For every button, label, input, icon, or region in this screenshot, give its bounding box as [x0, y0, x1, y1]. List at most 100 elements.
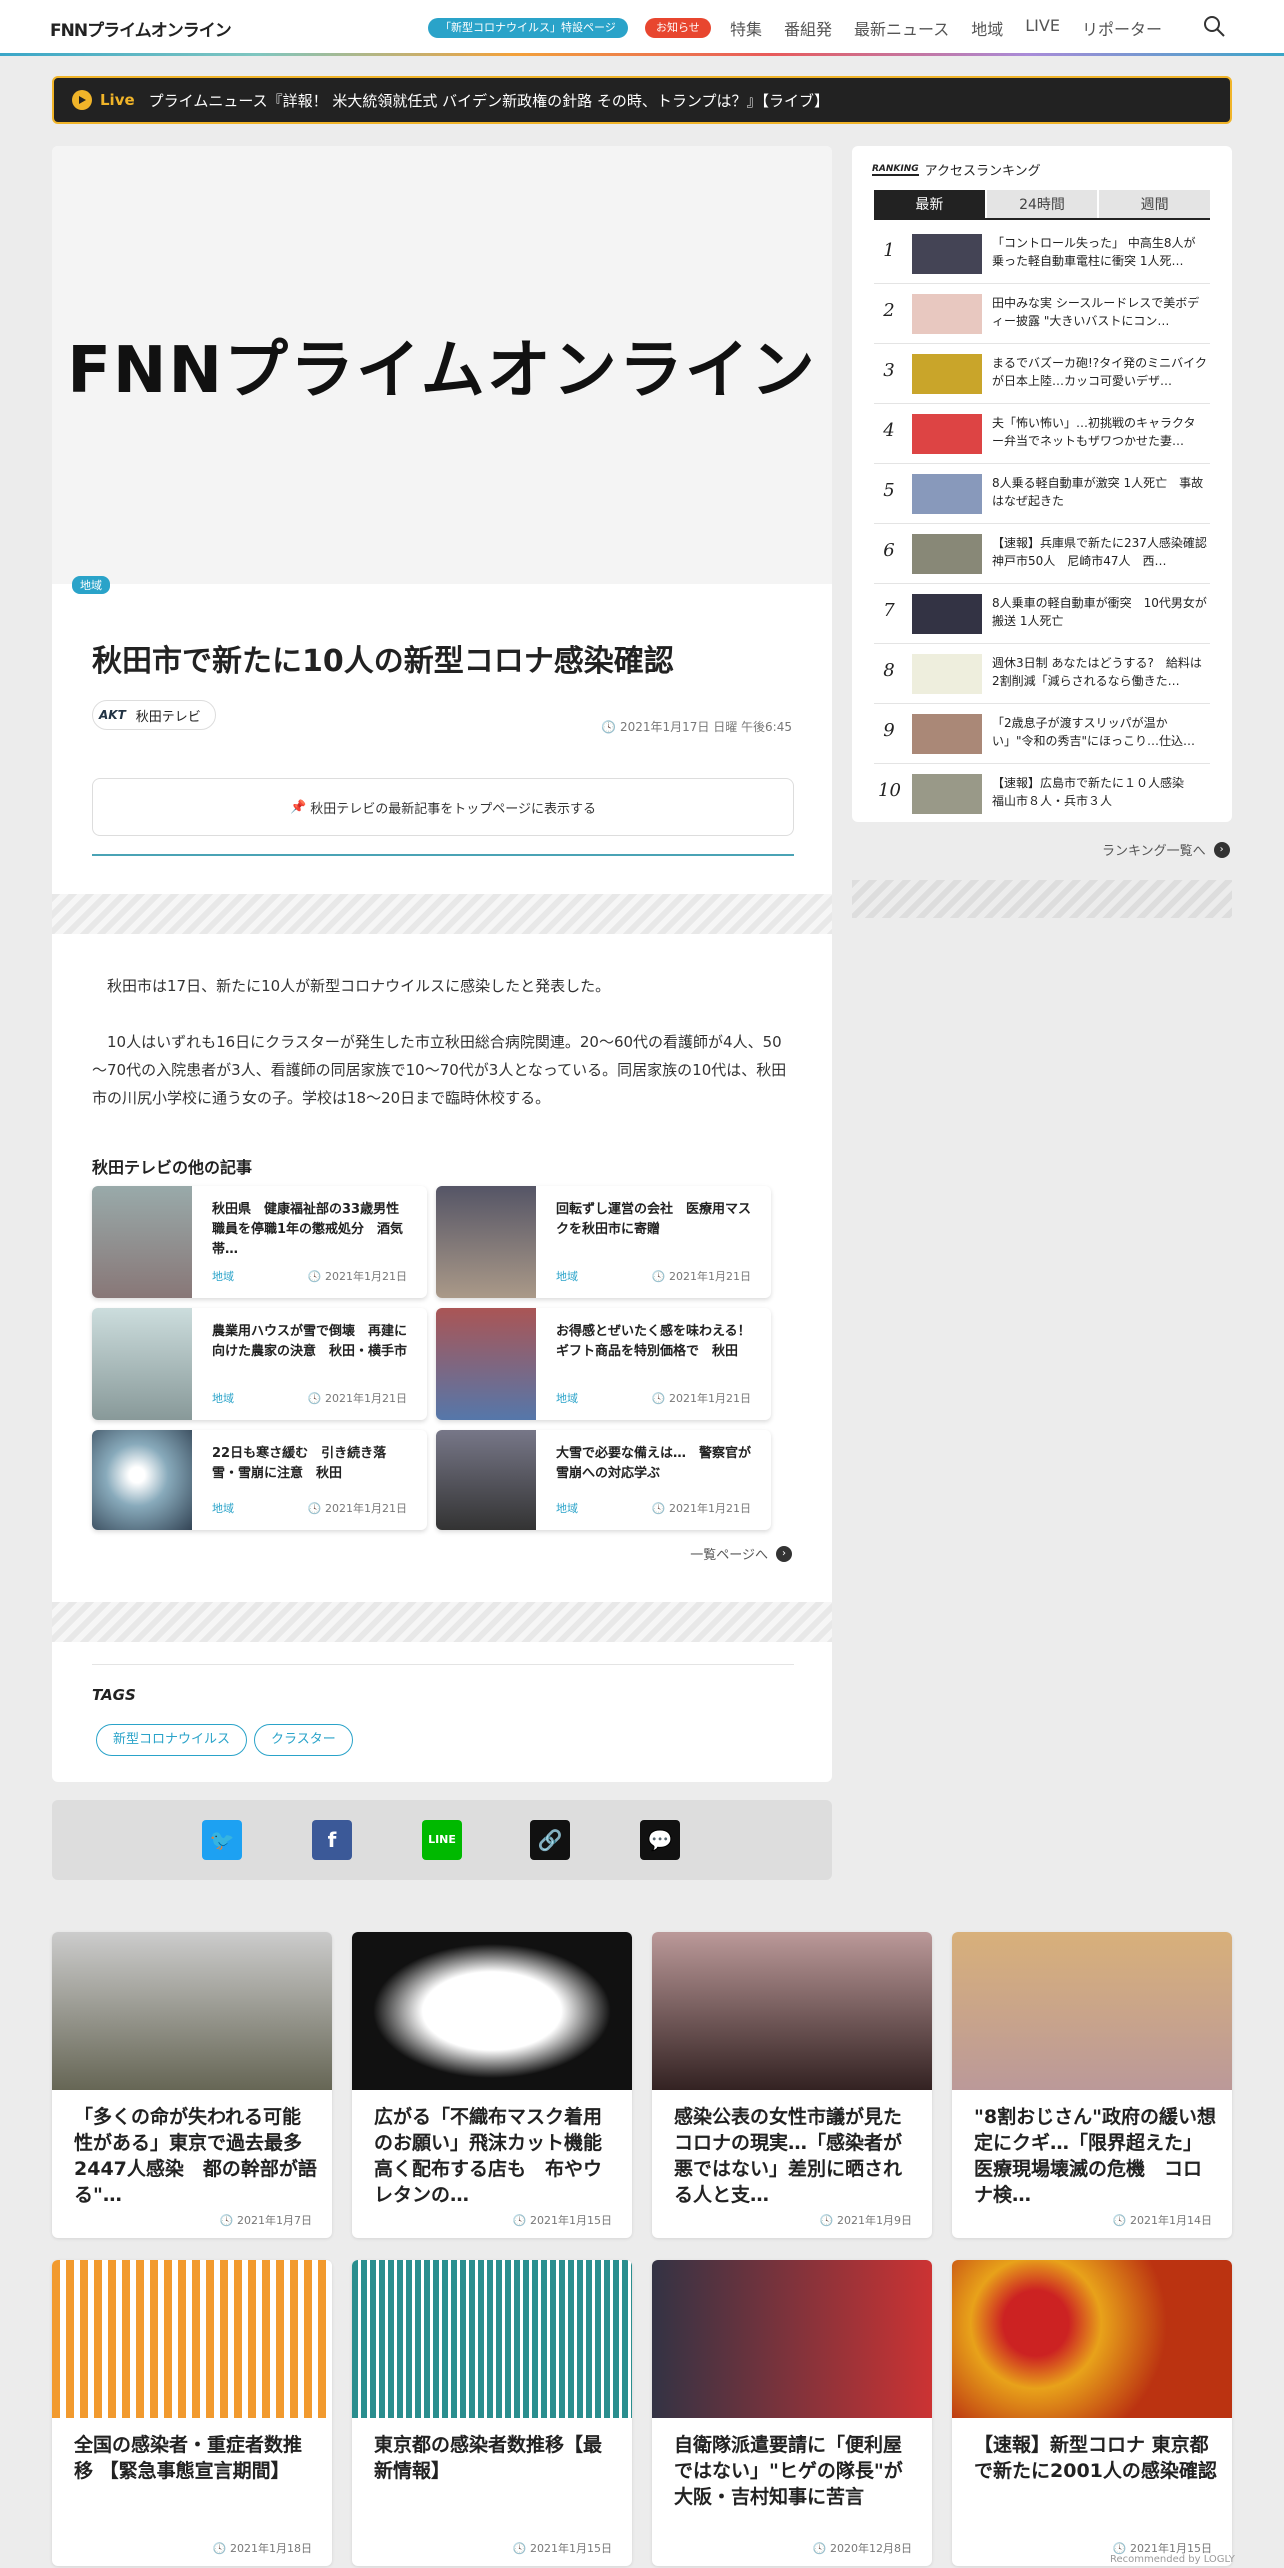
related-item[interactable]: 秋田県 健康福祉部の33歳男性職員を停職1年の懲戒処分 酒気帯… 地域 🕓 20…	[92, 1186, 427, 1298]
chevron-right-icon: ›	[1213, 841, 1230, 858]
recommend-card[interactable]: 感染公表の女性市議が見たコロナの現実…「感染者が悪ではない」差別に晒される人と支…	[652, 1932, 932, 2238]
tab-weekly[interactable]: 週間	[1099, 190, 1211, 218]
live-label: Live	[100, 91, 135, 109]
related-title: 22日も寒さ緩む 引き続き落雪・雪崩に注意 秋田	[212, 1446, 387, 1481]
article-paragraph-1: 秋田市は17日、新たに10人が新型コロナウイルスに感染したと発表した。	[107, 977, 611, 995]
card-image	[652, 1932, 932, 2090]
card-title: 広がる「不織布マスク着用のお願い」飛沫カット機能高く配布する店も 布やウレタンの…	[374, 2106, 603, 2206]
ranking-item[interactable]: 10 【速報】広島市で新たに１０人感染 福山市８人・兵市３人	[874, 764, 1210, 822]
chevron-right-icon: ›	[776, 1545, 792, 1562]
facebook-icon[interactable]: f	[312, 1820, 352, 1860]
twitter-icon[interactable]: 🐦	[202, 1820, 242, 1860]
source-logo-icon: AKT	[99, 708, 126, 722]
article-date: 🕓 2021年1月17日 日曜 午後6:45	[601, 720, 792, 734]
card-date: 🕓 2021年1月15日	[512, 2214, 612, 2227]
related-item[interactable]: 農業用ハウスが雪で倒壊 再建に向けた農家の決意 秋田・横手市 地域 🕓 2021…	[92, 1308, 427, 1420]
related-thumb	[92, 1430, 192, 1530]
live-banner[interactable]: Live プライムニュース『詳報！ 米大統領就任式 バイデン新政権の針路 その時…	[52, 76, 1232, 124]
recommend-card[interactable]: 「多くの命が失われる可能性がある」東京で過去最多2447人感染 都の幹部が語る"…	[52, 1932, 332, 2238]
category-badge[interactable]: 地域	[72, 576, 110, 594]
recommend-card[interactable]: 東京都の感染者数推移【最新情報】 🕓 2021年1月15日	[352, 2260, 632, 2566]
recommended-by: Recommended by LOGLY	[1110, 2554, 1235, 2565]
related-title: 大雪で必要な備えは… 警察官が雪崩への対応学ぶ	[556, 1446, 752, 1481]
live-play-icon	[72, 90, 92, 110]
article-paragraph-2: 10人はいずれも16日にクラスターが発生した市立秋田総合病院関連。20～60代の…	[92, 1033, 787, 1107]
related-date: 🕓 2021年1月21日	[307, 1392, 407, 1405]
tag-corona[interactable]: 新型コロナウイルス	[96, 1724, 248, 1756]
related-title: 農業用ハウスが雪で倒壊 再建に向けた農家の決意 秋田・横手市	[212, 1324, 408, 1359]
tags-heading: TAGS	[92, 1686, 136, 1704]
source-name: 秋田テレビ	[135, 709, 201, 725]
related-item[interactable]: 大雪で必要な備えは… 警察官が雪崩への対応学ぶ 地域 🕓 2021年1月21日	[436, 1430, 771, 1530]
card-image	[352, 2260, 632, 2418]
related-date: 🕓 2021年1月21日	[651, 1502, 751, 1515]
ranking-mark: RANKING	[872, 163, 919, 176]
ranking-panel: RANKING アクセスランキング 最新 24時間 週間 1 「コントロール失った」…	[852, 146, 1232, 822]
ranking-more-link[interactable]: ランキング一覧へ ›	[1102, 840, 1230, 859]
related-item[interactable]: 22日も寒さ緩む 引き続き落雪・雪崩に注意 秋田 地域 🕓 2021年1月21日	[92, 1430, 427, 1530]
recommend-card[interactable]: 全国の感染者・重症者数推移 【緊急事態宣言期間】 🕓 2021年1月18日	[52, 2260, 332, 2566]
ranking-item[interactable]: 9 「2歳息子が渡すスリッパが温かい」"令和の秀吉"にほっこり…仕込…	[874, 704, 1210, 764]
ranking-item[interactable]: 5 8人乗る軽自動車が激突 1人死亡 事故はなぜ起きた	[874, 464, 1210, 524]
nav-latest-news[interactable]: 最新ニュース	[854, 16, 949, 40]
search-icon[interactable]	[1202, 14, 1226, 38]
ranking-item[interactable]: 3 まるでバズーカ砲!?タイ発のミニバイクが日本上陸…カッコ可愛いデザ…	[874, 344, 1210, 404]
related-thumb	[436, 1186, 536, 1298]
related-item[interactable]: 回転ずし運営の会社 医療用マスクを秋田市に寄贈 地域 🕓 2021年1月21日	[436, 1186, 771, 1298]
copy-link-icon[interactable]: 🔗	[530, 1820, 570, 1860]
nav-programs[interactable]: 番組発	[784, 16, 832, 40]
site-logo-text: FNNプライムオンライン	[50, 20, 232, 41]
hero-logo: FNNプライムオンライン	[67, 334, 817, 408]
card-title: 全国の感染者・重症者数推移 【緊急事態宣言期間】	[74, 2434, 303, 2482]
source-badge[interactable]: AKT 秋田テレビ	[92, 700, 216, 730]
divider	[92, 854, 794, 856]
tab-latest[interactable]: 最新	[874, 190, 985, 218]
line-icon[interactable]: LINE	[422, 1820, 462, 1860]
share-bar: 🐦 f LINE 🔗 💬	[52, 1800, 832, 1880]
related-title: お得感とぜいたく感を味わえる！ ギフト商品を特別価格で 秋田	[556, 1324, 764, 1359]
card-title: "8割おじさん"政府の緩い想定にクギ…「限界超えた」医療現場壊滅の危機 コロナ検…	[974, 2106, 1217, 2206]
card-date: 🕓 2020年12月8日	[812, 2542, 912, 2555]
main-nav: 特集 番組発 最新ニュース 地域 LIVE リポーター	[730, 16, 1162, 40]
recommend-card[interactable]: "8割おじさん"政府の緩い想定にクギ…「限界超えた」医療現場壊滅の危機 コロナ検…	[952, 1932, 1232, 2238]
tag-cluster[interactable]: クラスター	[254, 1724, 353, 1756]
ranking-item[interactable]: 8 週休3日制 あなたはどうする? 給料は2割削減「減らされるなら働きた…	[874, 644, 1210, 704]
related-date: 🕓 2021年1月21日	[651, 1270, 751, 1283]
related-heading: 秋田テレビの他の記事	[92, 1158, 253, 1177]
show-latest-top-button[interactable]: 📌 秋田テレビの最新記事をトップページに表示する	[92, 778, 794, 836]
nav-feature[interactable]: 特集	[730, 16, 762, 40]
ranking-item[interactable]: 2 田中みな実 シースルードレスで美ボディー披露 "大きいバストにコン…	[874, 284, 1210, 344]
notice-pill[interactable]: お知らせ	[645, 18, 711, 38]
nav-live[interactable]: LIVE	[1025, 16, 1060, 40]
related-category: 地域	[556, 1270, 578, 1283]
nav-reporter[interactable]: リポーター	[1082, 16, 1162, 40]
recommend-card[interactable]: 【速報】新型コロナ 東京都で新たに2001人の感染確認 🕓 2021年1月15日	[952, 2260, 1232, 2566]
ranking-item[interactable]: 1 「コントロール失った」 中高生8人が乗った軽自動車電柱に衝突 1人死…	[874, 224, 1210, 284]
comment-icon[interactable]: 💬	[640, 1820, 680, 1860]
card-date: 🕓 2021年1月15日	[512, 2542, 612, 2555]
card-title: 「多くの命が失われる可能性がある」東京で過去最多2447人感染 都の幹部が語る"…	[74, 2106, 317, 2206]
site-logo[interactable]: FNNプライムオンライン	[50, 17, 232, 41]
card-image	[352, 1932, 632, 2090]
article-title: 秋田市で新たに10人の新型コロナ感染確認	[92, 644, 674, 679]
related-title: 回転ずし運営の会社 医療用マスクを秋田市に寄贈	[556, 1202, 752, 1237]
related-title: 秋田県 健康福祉部の33歳男性職員を停職1年の懲戒処分 酒気帯…	[212, 1202, 404, 1257]
corona-special-pill[interactable]: 「新型コロナウイルス」特設ページ	[428, 18, 628, 38]
live-text: プライムニュース『詳報！ 米大統領就任式 バイデン新政権の針路 その時、トランプ…	[148, 91, 829, 110]
related-more-link[interactable]: 一覧ページへ ›	[690, 1544, 792, 1563]
hatch-divider	[52, 1602, 832, 1642]
card-date: 🕓 2021年1月18日	[212, 2542, 312, 2555]
recommend-card[interactable]: 自衛隊派遣要請に「便利屋ではない」"ヒゲの隊長"が大阪・吉村知事に苦言 🕓 202…	[652, 2260, 932, 2566]
nav-region[interactable]: 地域	[971, 16, 1003, 40]
tab-24h[interactable]: 24時間	[986, 190, 1098, 218]
related-item[interactable]: お得感とぜいたく感を味わえる！ ギフト商品を特別価格で 秋田 地域 🕓 2021…	[436, 1308, 771, 1420]
hatch-divider	[52, 894, 832, 934]
site-header: FNNプライムオンライン 「新型コロナウイルス」特設ページ お知らせ 特集 番組…	[0, 0, 1284, 54]
card-image	[952, 2260, 1232, 2418]
ranking-item[interactable]: 7 8人乗車の軽自動車が衝突 10代男女が搬送 1人死亡	[874, 584, 1210, 644]
related-date: 🕓 2021年1月21日	[307, 1270, 407, 1283]
related-category: 地域	[212, 1502, 234, 1515]
ranking-item[interactable]: 6 【速報】兵庫県で新たに237人感染確認 神戸市50人 尼崎市47人 西…	[874, 524, 1210, 584]
ranking-item[interactable]: 4 夫「怖い怖い」…初挑戦のキャラクター弁当でネットもザワつかせた妻…	[874, 404, 1210, 464]
recommend-card[interactable]: 広がる「不織布マスク着用のお願い」飛沫カット機能高く配布する店も 布やウレタンの…	[352, 1932, 632, 2238]
